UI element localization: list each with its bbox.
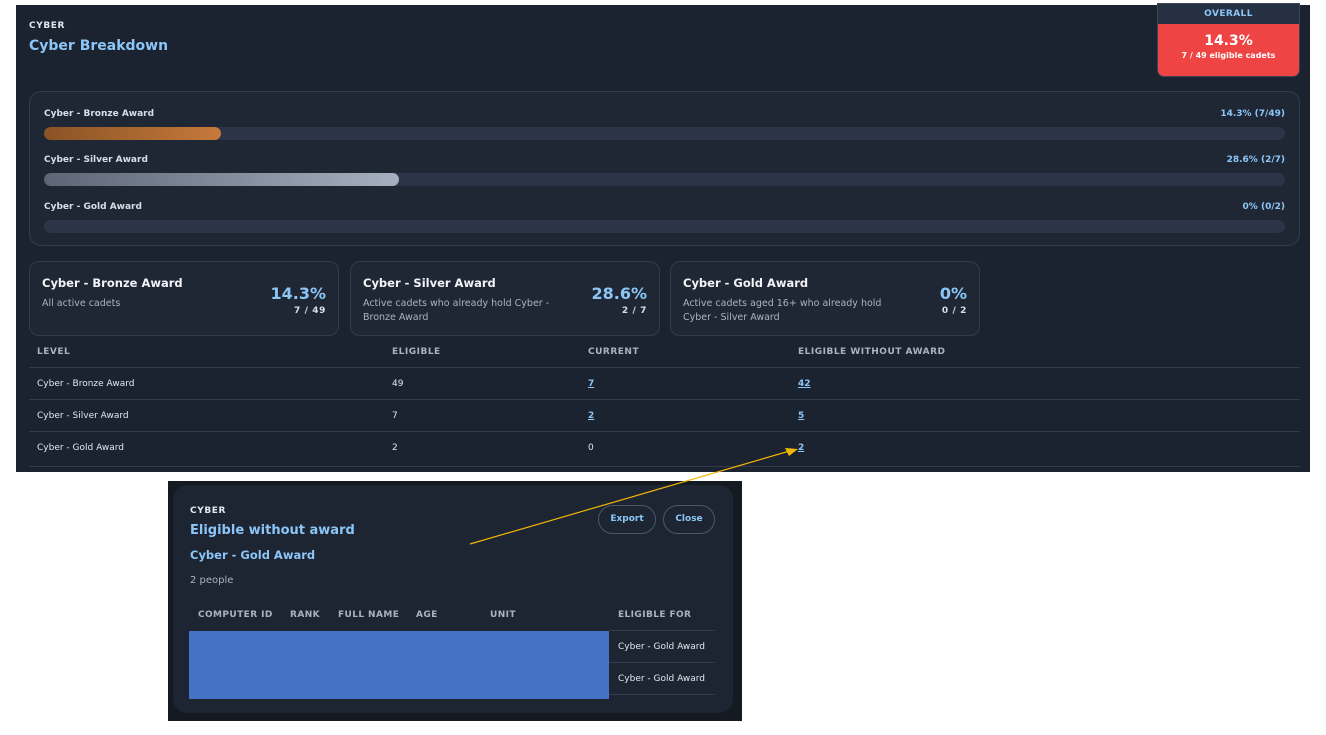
eligible-without-award-link[interactable]: 2: [798, 443, 804, 453]
progress-card: Cyber - Bronze Award 14.3% (7/49) Cyber …: [29, 91, 1300, 246]
table-row: Cyber - Silver Award 7 2 5: [29, 399, 1300, 431]
progress-row-bronze: Cyber - Bronze Award 14.3% (7/49): [44, 109, 1285, 149]
current-count-link[interactable]: 7: [588, 379, 594, 389]
export-button[interactable]: Export: [598, 505, 656, 534]
column-header-full-name: FULL NAME: [338, 610, 400, 620]
column-header-eligible-for: ELIGIBLE FOR: [618, 610, 692, 620]
award-card-bronze: Cyber - Bronze Award All active cadets 1…: [29, 261, 339, 336]
modal-backdrop: CYBER Eligible without award Cyber - Gol…: [168, 481, 742, 721]
column-header-level: LEVEL: [37, 347, 71, 357]
cell-eligible: 7: [392, 411, 398, 421]
cell-eligible: 2: [392, 443, 398, 453]
eligible-without-award-link[interactable]: 42: [798, 379, 811, 389]
column-header-age: AGE: [416, 610, 438, 620]
cyber-breakdown-panel: CYBER Cyber Breakdown OVERALL 14.3% 7 / …: [16, 3, 1310, 472]
modal-subtitle: Cyber - Gold Award: [190, 548, 316, 562]
progress-row-silver: Cyber - Silver Award 28.6% (2/7): [44, 155, 1285, 195]
overall-label: OVERALL: [1158, 4, 1299, 24]
close-button[interactable]: Close: [663, 505, 715, 534]
award-card-percent: 0%: [939, 284, 967, 303]
cell-level: Cyber - Bronze Award: [37, 379, 135, 389]
redacted-block: [189, 631, 609, 699]
table-row: Cyber - Gold Award 2 0 2: [29, 431, 1300, 463]
column-header-rank: RANK: [290, 610, 321, 620]
table-row: Cyber - Bronze Award 49 7 42: [29, 367, 1300, 399]
award-card-title: Cyber - Bronze Award: [42, 276, 183, 290]
cell-level: Cyber - Gold Award: [37, 443, 125, 453]
progress-track: [44, 127, 1285, 140]
eligible-without-award-link[interactable]: 5: [798, 411, 804, 421]
column-header-eligible: ELIGIBLE: [392, 347, 441, 357]
overall-subtext: 7 / 49 eligible cadets: [1181, 51, 1276, 60]
award-card-desc: Active cadets aged 16+ who already hold …: [683, 298, 882, 323]
progress-row-gold: Cyber - Gold Award 0% (0/2): [44, 202, 1285, 242]
award-card-count: 2 / 7: [621, 306, 647, 316]
award-card-desc: All active cadets: [42, 298, 121, 309]
award-card-desc: Active cadets who already hold Cyber - B…: [363, 298, 550, 323]
award-card-count: 0 / 2: [941, 306, 967, 316]
progress-value: 14.3% (7/49): [1220, 109, 1285, 119]
modal-table-bottom-divider: [609, 694, 715, 695]
column-header-computer-id: COMPUTER ID: [198, 610, 273, 620]
overall-percent: 14.3%: [1204, 33, 1253, 49]
cell-current: 0: [588, 443, 594, 453]
progress-value: 28.6% (2/7): [1226, 155, 1285, 165]
progress-value: 0% (0/2): [1242, 202, 1285, 212]
cell-eligible: 49: [392, 379, 404, 389]
progress-fill-silver: [44, 173, 399, 186]
current-count-link[interactable]: 2: [588, 411, 594, 421]
column-header-eligible-without-award: ELIGIBLE WITHOUT AWARD: [798, 347, 946, 357]
cell-level: Cyber - Silver Award: [37, 411, 129, 421]
progress-fill-bronze: [44, 127, 222, 140]
award-card-silver: Cyber - Silver Award Active cadets who a…: [350, 261, 660, 336]
column-header-unit: UNIT: [490, 610, 516, 620]
award-card-title: Cyber - Silver Award: [363, 276, 496, 290]
eligible-without-award-modal: CYBER Eligible without award Cyber - Gol…: [173, 485, 733, 713]
cell-eligible-for: Cyber - Gold Award: [609, 630, 715, 662]
modal-title: Eligible without award: [190, 523, 355, 538]
page-title: Cyber Breakdown: [29, 38, 169, 54]
table-bottom-divider: [29, 466, 1300, 467]
modal-people-count: 2 people: [190, 575, 234, 586]
overall-body: 14.3% 7 / 49 eligible cadets: [1158, 24, 1299, 76]
progress-label: Cyber - Bronze Award: [44, 109, 155, 119]
progress-label: Cyber - Gold Award: [44, 202, 142, 212]
award-card-gold: Cyber - Gold Award Active cadets aged 16…: [670, 261, 980, 336]
modal-section-label: CYBER: [190, 506, 227, 516]
progress-track: [44, 220, 1285, 233]
column-header-current: CURRENT: [588, 347, 640, 357]
award-card-percent: 28.6%: [591, 284, 647, 303]
award-card-percent: 14.3%: [270, 284, 326, 303]
section-label: CYBER: [29, 21, 66, 31]
cell-eligible-for: Cyber - Gold Award: [609, 662, 715, 694]
award-card-count: 7 / 49: [294, 306, 326, 316]
progress-label: Cyber - Silver Award: [44, 155, 148, 165]
award-card-title: Cyber - Gold Award: [683, 276, 809, 290]
progress-track: [44, 173, 1285, 186]
overall-card: OVERALL 14.3% 7 / 49 eligible cadets: [1157, 3, 1300, 77]
